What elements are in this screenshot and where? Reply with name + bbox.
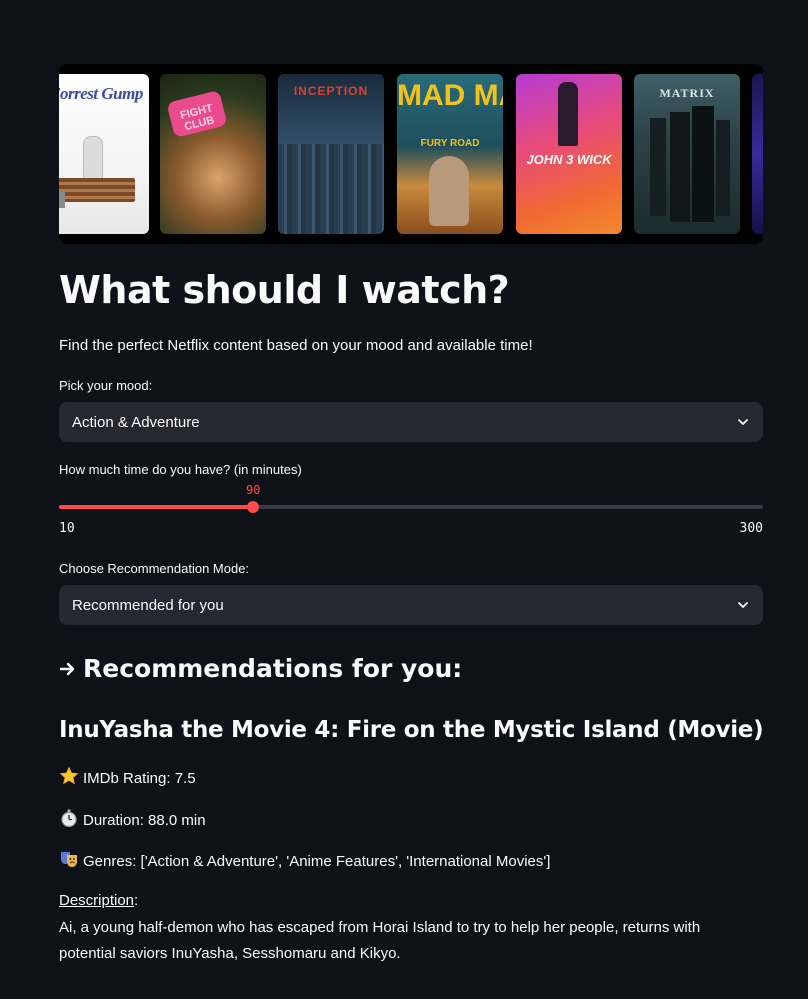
poster-title: JOHN 3 WICK xyxy=(526,152,612,167)
slider-min-label: 10 xyxy=(59,521,75,536)
recommendations-heading-text: Recommendations for you: xyxy=(83,654,463,683)
mode-label: Choose Recommendation Mode: xyxy=(59,561,250,576)
chevron-down-icon xyxy=(736,415,750,429)
poster-carousel[interactable]: Forrest Gump FIGHT CLUB INCEPTION MAD MA… xyxy=(59,64,763,244)
intro-text: Find the perfect Netflix content based o… xyxy=(59,337,533,354)
poster-suitcase xyxy=(59,192,65,208)
poster-title: FIGHT CLUB xyxy=(179,102,216,134)
poster-soap-logo: FIGHT CLUB xyxy=(166,90,228,138)
recommendations-heading: Recommendations for you: xyxy=(59,650,462,688)
arrow-right-icon xyxy=(59,650,77,688)
poster-figure xyxy=(83,136,103,182)
slider-thumb[interactable] xyxy=(247,501,260,513)
description-text: Ai, a young half-demon who has escaped f… xyxy=(59,919,701,962)
description-label-colon: : xyxy=(134,892,139,909)
description-label-text: Description xyxy=(59,892,135,909)
poster-figure xyxy=(429,156,469,226)
rating-text: IMDb Rating: 7.5 xyxy=(83,769,196,787)
poster-inception[interactable]: INCEPTION xyxy=(278,74,384,234)
poster-title: MAD MAX xyxy=(397,79,503,112)
performing-arts-icon xyxy=(59,849,79,873)
poster-figure xyxy=(558,82,578,146)
poster-title: Forrest Gump xyxy=(59,84,143,103)
poster-title: MATRIX xyxy=(659,86,715,100)
slider-max-label: 300 xyxy=(739,521,763,536)
poster-figures xyxy=(644,104,730,222)
description-label: Description: xyxy=(59,892,138,909)
chevron-down-icon xyxy=(736,598,750,612)
time-slider[interactable] xyxy=(59,501,763,513)
poster-fight-club[interactable]: FIGHT CLUB xyxy=(160,74,266,234)
rating-line: IMDb Rating: 7.5 xyxy=(59,766,196,790)
slider-current-value: 90 xyxy=(245,483,261,497)
movie-title: InuYasha the Movie 4: Fire on the Mystic… xyxy=(59,717,764,743)
poster-mad-max[interactable]: MAD MAX FURY ROAD xyxy=(397,74,503,234)
poster-subtitle: FURY ROAD xyxy=(420,138,480,149)
stopwatch-icon xyxy=(59,808,79,832)
poster-forrest-gump[interactable]: Forrest Gump xyxy=(59,74,149,234)
genres-line: Genres: ['Action & Adventure', 'Anime Fe… xyxy=(59,849,550,873)
poster-matrix[interactable]: MATRIX xyxy=(634,74,740,234)
mood-selected-value: Action & Adventure xyxy=(72,413,200,431)
duration-line: Duration: 88.0 min xyxy=(59,808,206,832)
poster-bench xyxy=(59,178,135,202)
poster-title: INCEPTION xyxy=(293,84,369,98)
slider-fill xyxy=(59,505,254,509)
page-title: What should I watch? xyxy=(59,268,510,312)
poster-john-wick[interactable]: JOHN 3 WICK xyxy=(516,74,622,234)
poster-cityscape xyxy=(278,144,384,234)
mood-select[interactable]: Action & Adventure xyxy=(59,402,763,442)
poster-next-partial[interactable] xyxy=(752,74,763,234)
time-label: How much time do you have? (in minutes) xyxy=(59,462,302,477)
genres-text: Genres: ['Action & Adventure', 'Anime Fe… xyxy=(83,852,551,870)
star-icon xyxy=(59,766,79,790)
mode-selected-value: Recommended for you xyxy=(72,596,224,614)
mood-label: Pick your mood: xyxy=(59,378,153,393)
mode-select[interactable]: Recommended for you xyxy=(59,585,763,625)
duration-text: Duration: 88.0 min xyxy=(83,811,206,829)
